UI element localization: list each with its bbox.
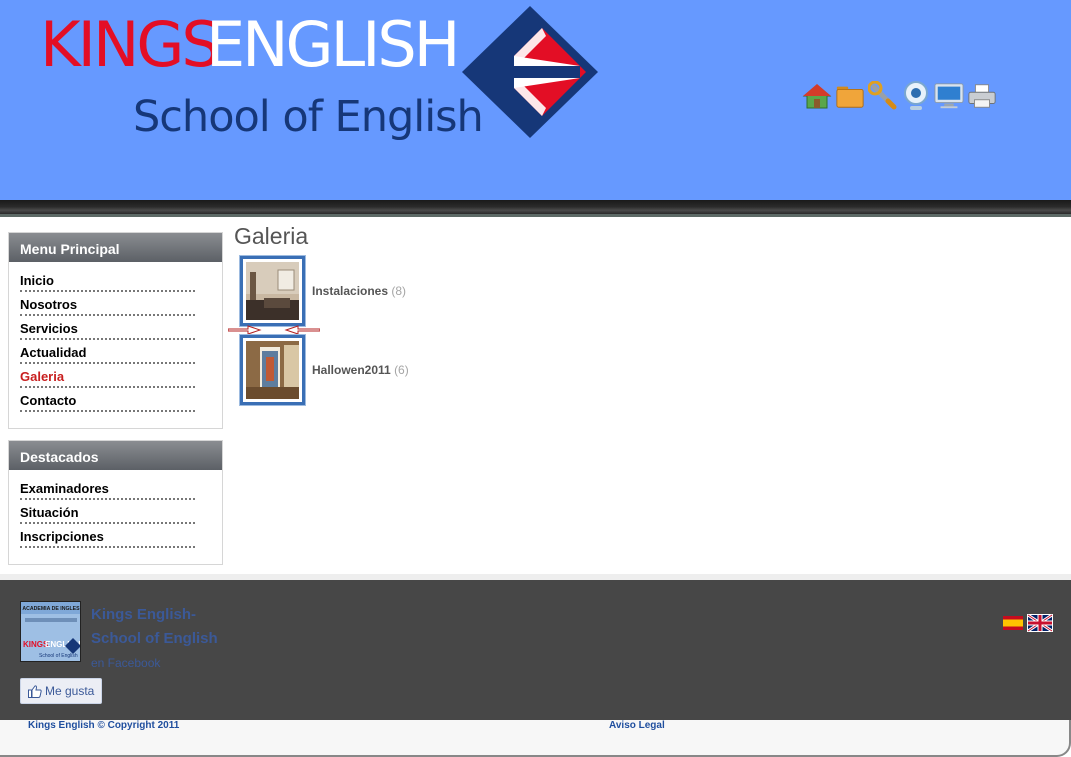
site-header: KINGS ENGLISH School of English [0,0,1071,200]
page: KINGS ENGLISH School of English Menu Pri… [0,0,1071,757]
home-icon[interactable] [802,80,832,112]
language-selector [1003,614,1053,632]
header-divider-line [0,214,1071,217]
facebook-page-logo-top-text: ACADEMIA DE INGLES [22,606,80,612]
page-title: Galeria [234,223,309,249]
album-thumbnail[interactable] [240,335,305,405]
site-footer: ACADEMIA DE INGLES KINGS ENGLISH School … [0,580,1071,720]
main-menu-box: Menu Principal Inicio Nosotros Servicios… [8,232,223,429]
menu-item-galeria[interactable]: Galeria [20,364,195,388]
monitor-icon[interactable] [934,80,964,112]
album-item: Instalaciones (8) [240,256,640,326]
album-thumbnail[interactable] [240,256,305,326]
album-name[interactable]: Hallowen2011 [312,363,391,377]
like-button-label: Me gusta [45,684,95,698]
featured-list: Examinadores Situación Inscripciones [9,470,222,548]
menu-item-servicios[interactable]: Servicios [20,316,195,340]
facebook-page-logo-icon: ACADEMIA DE INGLES KINGS ENGLISH School … [21,602,80,661]
logo-mark-icon[interactable] [462,6,598,138]
photo-icon [246,341,299,399]
brand-subtitle: School of English [133,92,484,142]
menu-item-actualidad[interactable]: Actualidad [20,340,195,364]
menu-item-inicio[interactable]: Inicio [20,268,195,292]
facebook-page-link[interactable]: Kings English- School of English [91,606,218,647]
featured-item-situacion[interactable]: Situación [20,500,195,524]
webcam-icon[interactable] [901,80,931,112]
uk-flag-icon[interactable] [1027,614,1053,632]
spain-flag-icon[interactable] [1003,616,1023,630]
copyright-bar: Kings English © Copyright 2011 Aviso Leg… [0,720,1071,757]
album-item: Hallowen2011 (6) [240,335,640,405]
album-label[interactable]: Instalaciones (8) [312,284,406,298]
album-label[interactable]: Hallowen2011 (6) [312,363,409,377]
main-menu-title: Menu Principal [9,233,222,262]
main-menu-list: Inicio Nosotros Servicios Actualidad Gal… [9,262,222,412]
copyright-text[interactable]: Kings English © Copyright 2011 [28,720,179,731]
menu-item-nosotros[interactable]: Nosotros [20,292,195,316]
brand-english-text: ENGLISH [206,8,460,81]
album-count: (8) [391,284,407,298]
header-toolbar [802,80,997,112]
brand-kings-text: KINGS [40,8,221,81]
featured-title: Destacados [9,441,222,470]
facebook-page-picture[interactable]: ACADEMIA DE INGLES KINGS ENGLISH School … [20,601,81,662]
thumbs-up-icon [28,684,42,698]
featured-item-examinadores[interactable]: Examinadores [20,476,195,500]
album-name[interactable]: Instalaciones [312,284,388,298]
facebook-page-logo-sub: School of English [39,653,78,659]
facebook-suffix[interactable]: en Facebook [91,656,160,670]
featured-item-inscripciones[interactable]: Inscripciones [20,524,195,548]
menu-item-contacto[interactable]: Contacto [20,388,195,412]
legal-notice-link[interactable]: Aviso Legal [609,720,665,731]
wrench-icon[interactable] [868,80,898,112]
facebook-page-name-block: Kings English- School of English en Face… [91,603,221,675]
folder-icon[interactable] [835,80,865,112]
photo-icon [246,262,299,320]
album-count: (6) [394,363,409,377]
featured-box: Destacados Examinadores Situación Inscri… [8,440,223,565]
facebook-like-button[interactable]: Me gusta [20,678,102,704]
printer-icon[interactable] [967,80,997,112]
